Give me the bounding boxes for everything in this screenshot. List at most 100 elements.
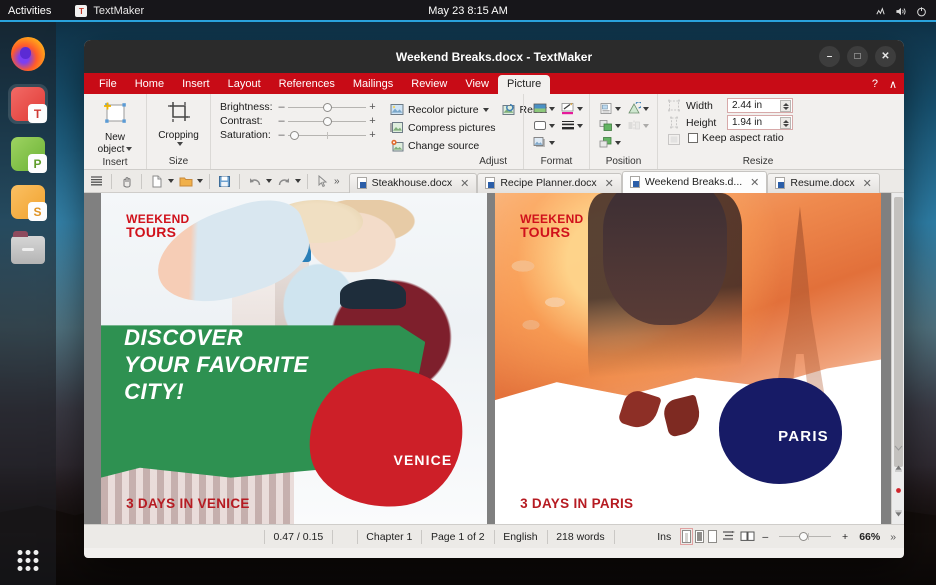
recolor-picture-button[interactable]: Recolor picture [390,101,496,118]
fill-color-button[interactable] [533,102,555,116]
tab-layout[interactable]: Layout [219,75,270,94]
shadow-button[interactable] [533,136,555,150]
undo-button[interactable] [246,173,263,190]
height-input[interactable]: 1.94 in [727,115,793,130]
saturation-increase[interactable]: + [367,129,378,141]
text-wrapping-button[interactable] [599,102,621,116]
status-word-count[interactable]: 218 words [547,531,613,543]
chevron-down-icon[interactable] [549,141,555,145]
view-page-button[interactable] [708,530,718,543]
contrast-slider[interactable] [288,116,366,126]
brightness-decrease[interactable]: – [276,101,287,113]
saturation-slider[interactable] [288,130,366,140]
compress-pictures-button[interactable]: Compress pictures [390,119,496,136]
status-position[interactable]: 0.47 / 0.15 [265,531,333,543]
chevron-down-icon[interactable] [197,179,203,183]
status-language[interactable]: English [494,531,546,543]
chevron-down-icon[interactable] [549,107,555,111]
view-continuous-button[interactable] [721,530,736,543]
change-source-button[interactable]: Change source [390,137,496,154]
send-backward-button[interactable] [599,136,621,150]
dock-item-files[interactable] [10,231,46,268]
statusbar-overflow-button[interactable]: » [886,531,900,543]
chevron-down-icon[interactable] [615,107,621,111]
zoom-out-button[interactable]: – [757,531,773,543]
sidebar-toggle-button[interactable] [88,173,105,190]
status-insert-mode[interactable]: Ins [648,531,680,543]
fit-frame-icon[interactable] [667,133,681,147]
zoom-in-button[interactable]: + [837,531,853,543]
saturation-decrease[interactable]: – [276,129,287,141]
vertical-scrollbar[interactable] [891,193,904,524]
shape-fill-button[interactable] [533,119,555,133]
chevron-down-icon[interactable] [168,179,174,183]
border-weight-button[interactable] [561,119,583,133]
activities-button[interactable]: Activities [0,5,61,17]
rotate-button[interactable] [627,101,649,116]
doc-tab-resume[interactable]: Resume.docx ✕ [767,172,880,193]
tab-picture[interactable]: Picture [497,75,551,94]
chevron-down-icon[interactable] [266,179,272,183]
doc-tab-steakhouse[interactable]: Steakhouse.docx ✕ [348,172,478,193]
view-book-button[interactable] [740,530,755,543]
dock-item-textmaker[interactable]: T [8,84,48,124]
view-draft-button[interactable] [695,530,705,543]
document-canvas[interactable]: WEEKEND TOURS DISCOVER YOUR FAVORITE CIT… [84,193,904,524]
dock-item-planmaker[interactable]: P [10,136,47,173]
fit-to-frame-icon[interactable] [667,99,681,113]
touch-mode-button[interactable] [118,173,135,190]
help-button[interactable]: ? [872,78,878,91]
save-document-button[interactable] [216,173,233,190]
height-stepper[interactable] [780,117,791,129]
new-document-button[interactable] [148,173,165,190]
open-document-button[interactable] [177,173,194,190]
tab-review[interactable]: Review [402,75,456,94]
line-style-button[interactable] [561,102,583,116]
chevron-down-icon[interactable] [577,107,583,111]
volume-icon[interactable] [895,6,907,17]
chevron-down-icon[interactable] [577,124,583,128]
cropping-button[interactable]: Cropping [152,98,205,146]
power-icon[interactable] [916,6,927,17]
brightness-slider[interactable] [288,102,366,112]
width-stepper[interactable] [780,100,791,112]
doc-tab-recipe-planner[interactable]: Recipe Planner.docx ✕ [477,172,622,193]
contrast-decrease[interactable]: – [276,115,287,127]
scrollbar-thumb[interactable] [894,197,903,467]
network-icon[interactable] [875,6,886,17]
tab-insert[interactable]: Insert [173,75,219,94]
toolbar-overflow-button[interactable]: » [334,176,340,187]
chevron-down-icon[interactable] [176,142,183,146]
tab-references[interactable]: References [270,75,344,94]
tab-file[interactable]: File [90,75,126,94]
doc-tab-weekend-breaks[interactable]: Weekend Breaks.d... ✕ [621,170,768,193]
tab-mailings[interactable]: Mailings [344,75,402,94]
show-applications-button[interactable] [17,550,39,571]
chevron-down-icon[interactable] [643,107,649,111]
next-page-icon[interactable] [894,504,903,522]
close-button[interactable]: ✕ [875,46,896,67]
fit-height-icon[interactable] [667,116,681,130]
minimize-button[interactable]: – [819,46,840,67]
chevron-down-icon[interactable] [126,147,133,152]
brightness-increase[interactable]: + [367,101,378,113]
status-page[interactable]: Page 1 of 2 [422,531,494,543]
tab-view[interactable]: View [456,75,498,94]
browse-object-icon[interactable] [894,482,903,500]
page-paris[interactable]: WEEKEND TOURS PARIS 3 DAYS IN PARIS [495,193,881,524]
view-print-layout-button[interactable] [680,528,694,545]
tab-home[interactable]: Home [126,75,173,94]
close-icon[interactable]: ✕ [460,177,469,190]
select-object-button[interactable] [314,173,331,190]
bring-forward-button[interactable] [599,119,621,133]
page-venice[interactable]: WEEKEND TOURS DISCOVER YOUR FAVORITE CIT… [101,193,487,524]
keep-aspect-ratio-row[interactable]: Keep aspect ratio [686,132,793,144]
system-tray[interactable] [875,6,936,17]
chevron-down-icon[interactable] [295,179,301,183]
previous-page-icon[interactable] [894,460,903,478]
width-input[interactable]: 2.44 in [727,98,793,113]
new-object-button[interactable]: New object [89,98,141,156]
dock-item-firefox[interactable] [10,36,46,72]
maximize-button[interactable]: □ [847,46,868,67]
dock-item-presentations[interactable]: S [10,184,47,221]
